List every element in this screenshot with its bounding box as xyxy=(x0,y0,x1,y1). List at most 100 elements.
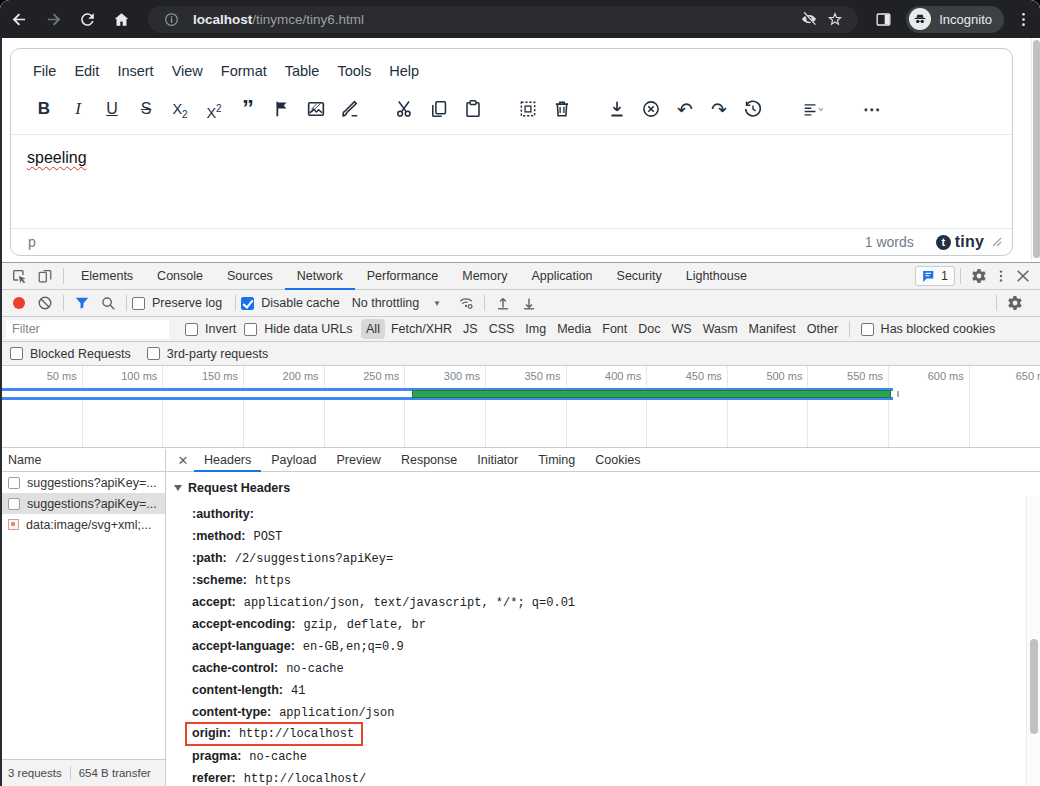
menu-item[interactable]: Table xyxy=(276,59,329,83)
strikethrough-icon[interactable]: S xyxy=(134,96,159,122)
flag-icon[interactable] xyxy=(270,96,295,122)
filter-input[interactable] xyxy=(6,320,169,339)
close-detail-icon[interactable]: ✕ xyxy=(172,453,194,468)
filter-type[interactable]: Media xyxy=(552,319,596,339)
reload-button[interactable] xyxy=(72,4,102,34)
bookmark-star-icon[interactable] xyxy=(822,6,848,32)
request-row[interactable]: data:image/svg+xml;... xyxy=(0,514,165,535)
select-all-icon[interactable] xyxy=(516,96,541,122)
network-conditions-icon[interactable] xyxy=(453,291,479,315)
record-icon[interactable] xyxy=(13,297,25,309)
blockquote-icon[interactable]: ” xyxy=(236,96,261,122)
element-path[interactable]: p xyxy=(28,234,865,250)
has-blocked-cookies-checkbox[interactable] xyxy=(861,323,874,336)
devtools-tab[interactable]: Sources xyxy=(215,263,285,290)
hide-data-urls-checkbox[interactable] xyxy=(244,323,257,336)
browser-menu-button[interactable] xyxy=(1012,4,1034,34)
invert-checkbox[interactable] xyxy=(185,323,198,336)
restore-draft-icon[interactable] xyxy=(741,96,766,122)
devtools-tab[interactable]: Application xyxy=(519,263,604,290)
export-har-icon[interactable] xyxy=(516,291,542,315)
menu-item[interactable]: Tools xyxy=(328,59,380,83)
filter-type[interactable]: WS xyxy=(667,319,697,339)
filter-type[interactable]: Font xyxy=(597,319,632,339)
superscript-icon[interactable]: X2 xyxy=(202,96,227,122)
filter-type[interactable]: Other xyxy=(802,319,843,339)
devtools-tab[interactable]: Memory xyxy=(450,263,519,290)
subscript-icon[interactable]: X2 xyxy=(168,96,193,122)
clear-icon[interactable] xyxy=(32,291,58,315)
settings-gear-icon[interactable] xyxy=(966,264,992,288)
detail-tab[interactable]: Response xyxy=(391,449,467,472)
detail-tab[interactable]: Timing xyxy=(528,449,585,472)
tiny-logo[interactable]: t tiny xyxy=(936,233,984,251)
side-panel-button[interactable] xyxy=(868,4,898,34)
detail-tab[interactable]: Payload xyxy=(261,449,326,472)
brush-icon[interactable] xyxy=(338,96,363,122)
devtools-tab[interactable]: Security xyxy=(605,263,674,290)
home-button[interactable] xyxy=(106,4,136,34)
detail-scrollbar[interactable] xyxy=(1026,496,1040,786)
copy-icon[interactable] xyxy=(427,96,452,122)
url-bar[interactable]: localhost/tinymce/tiny6.html xyxy=(148,6,858,33)
menu-item[interactable]: View xyxy=(163,59,212,83)
third-party-checkbox[interactable] xyxy=(147,347,160,360)
misspelled-word[interactable]: speeling xyxy=(27,149,87,166)
search-icon[interactable] xyxy=(95,291,121,315)
disable-cache-checkbox[interactable] xyxy=(241,297,254,310)
site-info-icon[interactable] xyxy=(158,6,184,32)
editor-content[interactable]: speeling xyxy=(11,134,1012,228)
cancel-circle-icon[interactable] xyxy=(639,96,664,122)
filter-type[interactable]: CSS xyxy=(484,319,520,339)
filter-type[interactable]: JS xyxy=(458,319,483,339)
filter-icon[interactable] xyxy=(69,291,95,315)
filter-type[interactable]: All xyxy=(361,319,385,339)
filter-type[interactable]: Fetch/XHR xyxy=(386,319,457,339)
devtools-tab[interactable]: Network xyxy=(285,263,355,290)
requests-name-header[interactable]: Name xyxy=(0,449,165,472)
request-headers-section[interactable]: Request Headers xyxy=(172,478,1040,498)
menu-item[interactable]: Edit xyxy=(65,59,108,83)
page-scrollbar[interactable] xyxy=(1031,38,1040,262)
devtools-tab[interactable]: Console xyxy=(145,263,215,290)
redo-icon[interactable]: ↷ xyxy=(707,96,732,122)
edit-image-icon[interactable] xyxy=(304,96,329,122)
italic-icon[interactable]: I xyxy=(66,96,91,122)
detail-tab[interactable]: Initiator xyxy=(467,449,528,472)
device-toolbar-icon[interactable] xyxy=(32,264,58,288)
download-icon[interactable] xyxy=(605,96,630,122)
devtools-tab[interactable]: Performance xyxy=(355,263,451,290)
word-count[interactable]: 1 words xyxy=(865,234,914,250)
menu-item[interactable]: Insert xyxy=(108,59,162,83)
blocked-requests-checkbox[interactable] xyxy=(10,347,23,360)
devtools-close-icon[interactable] xyxy=(1010,264,1036,288)
forward-button[interactable] xyxy=(38,4,68,34)
resize-handle-icon[interactable] xyxy=(992,237,1002,247)
network-overview-timeline[interactable]: 50 ms100 ms150 ms200 ms250 ms300 ms350 m… xyxy=(0,366,1040,448)
filter-type[interactable]: Doc xyxy=(633,319,665,339)
detail-tab[interactable]: Headers xyxy=(194,449,261,472)
filter-type[interactable]: Wasm xyxy=(698,319,743,339)
cut-icon[interactable] xyxy=(393,96,418,122)
request-row[interactable]: suggestions?apiKey=... xyxy=(0,472,165,493)
undo-icon[interactable]: ↶ xyxy=(673,96,698,122)
preserve-log-checkbox[interactable] xyxy=(132,297,145,310)
network-settings-gear-icon[interactable] xyxy=(1002,291,1028,315)
filter-type[interactable]: Manifest xyxy=(744,319,801,339)
detail-tab[interactable]: Cookies xyxy=(585,449,650,472)
menu-item[interactable]: File xyxy=(24,59,65,83)
detail-tab[interactable]: Preview xyxy=(326,449,390,472)
eye-off-icon[interactable] xyxy=(796,6,822,32)
issues-badge[interactable]: 1 xyxy=(915,266,955,286)
back-button[interactable] xyxy=(4,4,34,34)
devtools-tab[interactable]: Lighthouse xyxy=(674,263,759,290)
paste-icon[interactable] xyxy=(461,96,486,122)
underline-icon[interactable]: U xyxy=(100,96,125,122)
throttling-dropdown[interactable]: No throttling ▼ xyxy=(352,296,441,310)
menu-item[interactable]: Help xyxy=(380,59,428,83)
request-row[interactable]: suggestions?apiKey=... xyxy=(0,493,165,514)
bold-icon[interactable]: B xyxy=(32,96,57,122)
delete-icon[interactable] xyxy=(550,96,575,122)
import-har-icon[interactable] xyxy=(490,291,516,315)
devtools-tab[interactable]: Elements xyxy=(69,263,145,290)
